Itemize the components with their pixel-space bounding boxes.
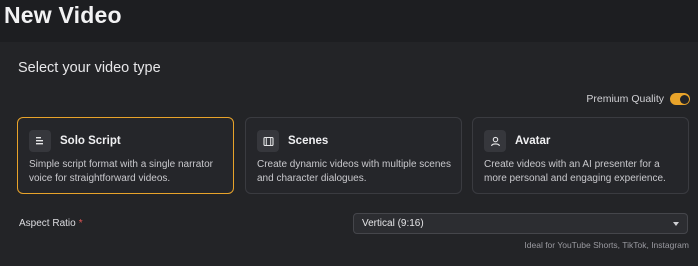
video-type-card-scenes[interactable]: Scenes Create dynamic videos with multip… xyxy=(245,117,462,194)
premium-quality-toggle[interactable] xyxy=(670,93,690,105)
script-lines-icon xyxy=(29,130,51,152)
person-icon xyxy=(484,130,506,152)
aspect-ratio-value: Vertical (9:16) xyxy=(362,218,424,229)
premium-quality-label: Premium Quality xyxy=(586,93,664,105)
section-title: Select your video type xyxy=(18,60,161,76)
toggle-knob xyxy=(679,94,689,104)
video-type-card-solo-script[interactable]: Solo Script Simple script format with a … xyxy=(17,117,234,194)
aspect-ratio-select[interactable]: Vertical (9:16) xyxy=(353,213,688,234)
aspect-ratio-hint: Ideal for YouTube Shorts, TikTok, Instag… xyxy=(524,240,689,250)
card-title: Avatar xyxy=(515,135,551,147)
card-description: Simple script format with a single narra… xyxy=(29,159,213,184)
required-mark: * xyxy=(78,218,83,229)
video-type-card-avatar[interactable]: Avatar Create videos with an AI presente… xyxy=(472,117,689,194)
card-description: Create dynamic videos with multiple scen… xyxy=(257,159,451,184)
card-description: Create videos with an AI presenter for a… xyxy=(484,159,666,184)
chevron-down-icon xyxy=(673,221,679,226)
card-title: Scenes xyxy=(288,135,329,147)
aspect-ratio-label-text: Aspect Ratio xyxy=(19,218,76,229)
premium-quality-control: Premium Quality xyxy=(586,91,690,107)
page-title: New Video xyxy=(4,2,122,28)
card-title: Solo Script xyxy=(60,135,121,147)
film-icon xyxy=(257,130,279,152)
aspect-ratio-label: Aspect Ratio * xyxy=(19,218,83,229)
